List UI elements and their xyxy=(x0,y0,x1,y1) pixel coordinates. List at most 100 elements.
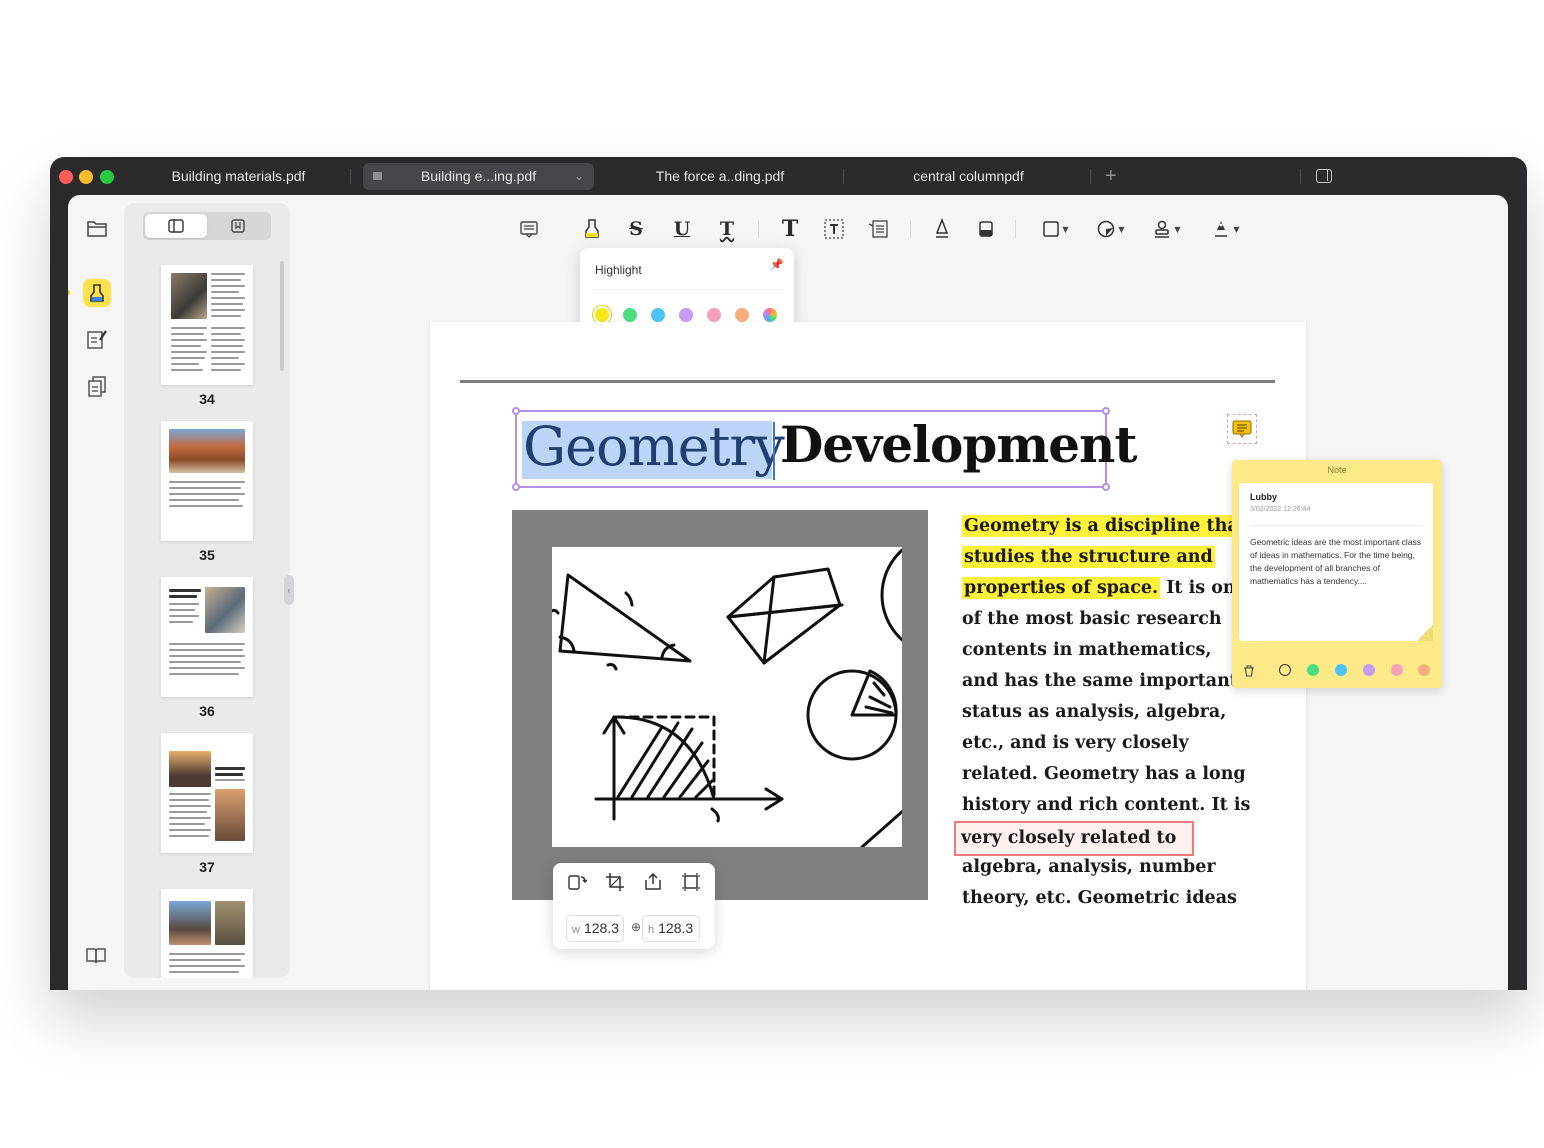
bookmark-icon xyxy=(231,219,245,233)
popover-divider xyxy=(592,289,782,290)
toolbar-separator xyxy=(910,220,911,238)
thumbnail-page-34[interactable] xyxy=(161,265,253,385)
thumbnail-panel: 34 35 36 37 xyxy=(124,203,290,978)
highlighted-text[interactable]: properties of space. xyxy=(962,577,1161,599)
note-color-orange[interactable] xyxy=(1418,664,1430,676)
note-marker-icon[interactable] xyxy=(1227,414,1257,444)
edit-document-icon[interactable] xyxy=(83,325,111,353)
folder-icon[interactable] xyxy=(83,214,111,242)
custom-color-picker-icon[interactable] xyxy=(763,308,777,322)
width-value[interactable]: 128.3 xyxy=(584,920,619,936)
strikethrough-tool-icon[interactable]: S xyxy=(622,215,650,243)
note-divider xyxy=(1250,525,1422,526)
note-color-none[interactable] xyxy=(1279,664,1291,676)
title-text[interactable]: Development xyxy=(780,415,1138,474)
comment-tool-icon[interactable] xyxy=(515,215,543,243)
body-line: etc., and is very closely xyxy=(962,733,1189,753)
body-line: status as analysis, algebra, xyxy=(962,702,1227,722)
note-card: Lubby 3/02/2022 12:26:44 Geometric ideas… xyxy=(1239,483,1433,641)
callout-tool-icon[interactable] xyxy=(865,215,893,243)
pencil-tool-icon[interactable] xyxy=(928,215,956,243)
pin-icon[interactable]: 📌 xyxy=(770,258,784,271)
link-aspect-ratio-icon[interactable]: ⊕ xyxy=(631,920,641,934)
resize-handle[interactable] xyxy=(1102,407,1110,415)
fit-frame-icon[interactable] xyxy=(677,869,705,895)
squiggly-tool-icon[interactable]: T xyxy=(713,215,741,243)
height-field[interactable]: h 128.3 xyxy=(642,915,700,942)
height-value[interactable]: 128.3 xyxy=(658,920,693,936)
thumbnail-page-35[interactable] xyxy=(161,421,253,541)
chevron-down-icon[interactable]: ⌄ xyxy=(574,163,584,190)
resize-handle[interactable] xyxy=(512,483,520,491)
resize-handle[interactable] xyxy=(512,407,520,415)
active-indicator xyxy=(68,290,70,295)
note-color-green[interactable] xyxy=(1307,664,1319,676)
text-tool-icon[interactable]: T xyxy=(776,215,804,243)
thumbnail-page-38[interactable] xyxy=(161,889,253,978)
zoom-window-button[interactable] xyxy=(100,170,114,184)
close-window-button[interactable] xyxy=(59,170,73,184)
tab-the-force[interactable]: The force a..ding.pdf xyxy=(640,163,800,190)
toggle-right-panel-icon[interactable] xyxy=(1316,169,1332,183)
note-color-purple[interactable] xyxy=(1363,664,1375,676)
eraser-tool-icon[interactable] xyxy=(972,215,1000,243)
title-selected-text[interactable]: Geometry xyxy=(523,415,785,478)
color-swatch-orange[interactable] xyxy=(735,308,749,322)
shape-tool-icon[interactable]: ▼ xyxy=(1038,215,1074,243)
stamp-tool-icon[interactable]: ▼ xyxy=(1149,215,1185,243)
geometry-sketch xyxy=(550,535,928,849)
thumbnails-icon xyxy=(168,219,184,233)
popover-title: Highlight xyxy=(595,263,642,277)
note-color-blue[interactable] xyxy=(1335,664,1347,676)
header-rule xyxy=(460,380,1275,383)
width-label: w xyxy=(572,924,580,936)
trash-icon[interactable] xyxy=(1243,664,1255,677)
body-line: history and rich content. It is xyxy=(962,795,1251,815)
highlight-tool-icon[interactable] xyxy=(578,215,606,243)
tab-label: Building e...ing.pdf xyxy=(420,168,537,184)
color-swatch-purple[interactable] xyxy=(679,308,693,322)
left-rail xyxy=(68,195,124,990)
body-line: algebra, analysis, number xyxy=(962,857,1216,877)
toolbar-separator xyxy=(758,220,759,238)
text-cursor xyxy=(773,422,775,480)
title-text-box[interactable]: Geometry Development xyxy=(512,407,1138,491)
underline-tool-icon[interactable]: U xyxy=(668,215,696,243)
tab-central-column[interactable]: central columnpdf xyxy=(890,163,1047,190)
signature-tool-icon[interactable]: ▼ xyxy=(1208,215,1244,243)
color-swatch-blue[interactable] xyxy=(651,308,665,322)
extract-image-icon[interactable] xyxy=(639,869,667,895)
thumbnail-page-37[interactable] xyxy=(161,733,253,853)
width-field[interactable]: w 128.3 xyxy=(566,915,624,942)
thumbnails-view-button[interactable] xyxy=(145,214,207,238)
toolbar-separator xyxy=(1015,220,1016,238)
boxed-annotation-text[interactable]: very closely related to xyxy=(954,821,1195,856)
color-swatch-yellow[interactable] xyxy=(595,308,609,322)
highlighted-text[interactable]: Geometry is a discipline that xyxy=(962,515,1249,537)
height-label: h xyxy=(648,924,655,936)
sidebar-collapse-handle[interactable]: ‹ xyxy=(284,575,294,605)
thumbnail-scrollbar[interactable] xyxy=(280,261,284,371)
thumbnail-page-36[interactable] xyxy=(161,577,253,697)
geometry-image[interactable] xyxy=(512,510,928,900)
color-swatch-pink[interactable] xyxy=(707,308,721,322)
resize-handle[interactable] xyxy=(1102,483,1110,491)
bookmarks-view-button[interactable] xyxy=(207,214,269,238)
replace-image-icon[interactable] xyxy=(563,869,591,895)
organize-pages-icon[interactable] xyxy=(83,372,111,400)
book-reader-icon[interactable] xyxy=(85,947,107,970)
crop-icon[interactable] xyxy=(601,869,629,895)
color-swatch-green[interactable] xyxy=(623,308,637,322)
new-tab-plus-icon[interactable]: + xyxy=(1105,163,1117,190)
note-author: Lubby xyxy=(1250,492,1277,502)
minimize-window-button[interactable] xyxy=(79,170,93,184)
note-color-pink[interactable] xyxy=(1391,664,1403,676)
note-body[interactable]: Geometric ideas are the most important c… xyxy=(1250,536,1428,588)
highlighter-tool-icon[interactable] xyxy=(83,279,111,307)
highlighted-text[interactable]: studies the structure and xyxy=(962,546,1215,568)
lock-icon xyxy=(373,172,382,180)
text-box-tool-icon[interactable] xyxy=(820,215,848,243)
sticker-tool-icon[interactable]: ▼ xyxy=(1093,215,1129,243)
tab-building-materials[interactable]: Building materials.pdf xyxy=(160,163,317,190)
tab-building-e-ing[interactable]: Building e...ing.pdf ⌄ xyxy=(363,163,594,190)
